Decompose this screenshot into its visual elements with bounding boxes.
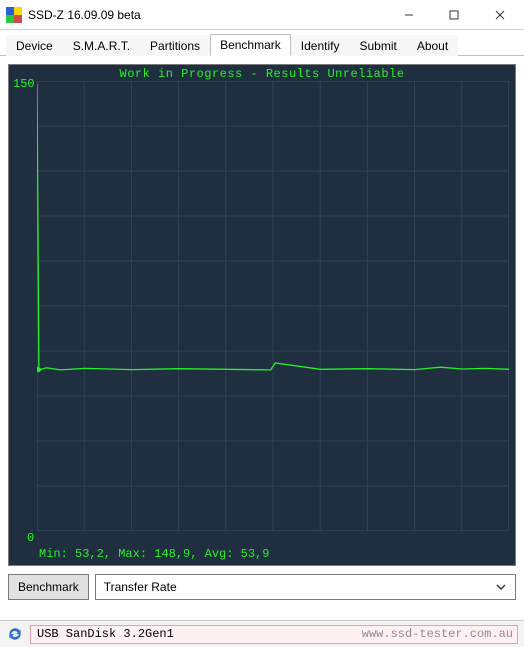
minimize-button[interactable] — [386, 0, 431, 29]
tab-identify[interactable]: Identify — [291, 35, 350, 56]
tab-partitions[interactable]: Partitions — [140, 35, 210, 56]
titlebar: SSD-Z 16.09.09 beta — [0, 0, 524, 30]
chart-ymin-label: 0 — [27, 531, 34, 545]
app-icon — [6, 7, 22, 23]
chart-stats: Min: 53,2, Max: 148,9, Avg: 53,9 — [39, 547, 269, 561]
tabstrip: Device S.M.A.R.T. Partitions Benchmark I… — [0, 30, 524, 56]
tab-smart[interactable]: S.M.A.R.T. — [63, 35, 140, 56]
refresh-icon[interactable] — [6, 625, 24, 643]
benchmark-button[interactable]: Benchmark — [8, 574, 89, 600]
chart-plot-area — [37, 81, 509, 531]
statusbar: USB SanDisk 3.2Gen1 www.ssd-tester.com.a… — [0, 620, 524, 647]
mode-select[interactable]: Transfer Rate — [95, 574, 516, 600]
tab-submit[interactable]: Submit — [349, 35, 406, 56]
benchmark-chart: Work in Progress - Results Unreliable 15… — [8, 64, 516, 566]
chevron-down-icon — [495, 581, 507, 593]
chart-ymax-label: 150 — [13, 77, 35, 91]
tab-benchmark[interactable]: Benchmark — [210, 34, 291, 56]
status-device-label: USB SanDisk 3.2Gen1 — [37, 627, 174, 641]
mode-select-label: Transfer Rate — [104, 580, 177, 594]
window-title: SSD-Z 16.09.09 beta — [28, 8, 386, 22]
watermark: www.ssd-tester.com.au — [362, 627, 513, 641]
status-device-box[interactable]: USB SanDisk 3.2Gen1 www.ssd-tester.com.a… — [30, 625, 518, 644]
close-button[interactable] — [476, 0, 524, 29]
chart-title: Work in Progress - Results Unreliable — [9, 67, 515, 81]
maximize-button[interactable] — [431, 0, 476, 29]
content-area: Work in Progress - Results Unreliable 15… — [0, 56, 524, 608]
tab-device[interactable]: Device — [6, 35, 63, 56]
window-controls — [386, 0, 524, 29]
tab-about[interactable]: About — [407, 35, 458, 56]
benchmark-controls: Benchmark Transfer Rate — [8, 574, 516, 600]
